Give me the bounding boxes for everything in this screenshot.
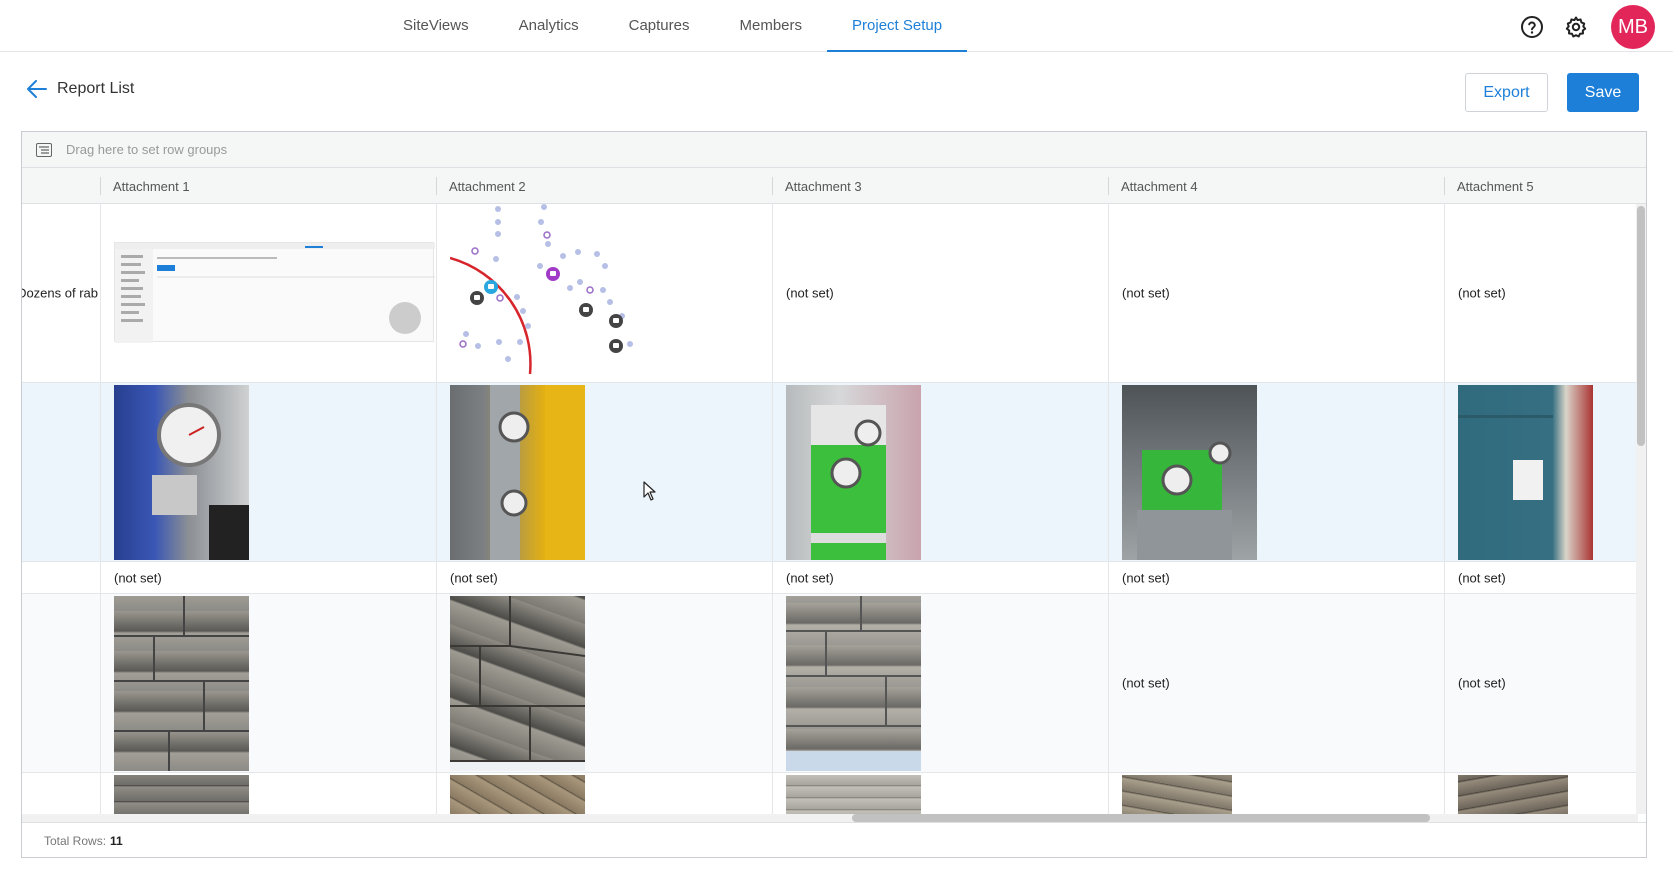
attachment-image-gauge[interactable] xyxy=(450,385,585,560)
row-group-icon xyxy=(36,142,52,157)
table-cell[interactable] xyxy=(22,383,100,561)
arrow-left-icon xyxy=(27,80,47,98)
table-cell[interactable] xyxy=(100,773,436,814)
help-circle-icon[interactable] xyxy=(1519,14,1545,40)
tab-captures[interactable]: Captures xyxy=(604,0,715,52)
cell-text: (not set) xyxy=(1122,675,1170,691)
table-row[interactable] xyxy=(22,383,1638,562)
table-cell[interactable] xyxy=(1444,773,1644,814)
vertical-scrollbar[interactable] xyxy=(1636,204,1646,814)
table-cell[interactable] xyxy=(100,594,436,772)
gear-icon[interactable] xyxy=(1563,14,1589,40)
cell-text: Dozens of rab xyxy=(22,285,98,301)
cell-text: (not set) xyxy=(1122,285,1170,301)
tab-members[interactable]: Members xyxy=(715,0,828,52)
table-cell[interactable]: (not set) xyxy=(100,562,436,593)
total-rows-label: Total Rows: xyxy=(44,834,107,848)
table-cell[interactable]: (not set) xyxy=(1108,204,1444,382)
attachment-image-stone[interactable] xyxy=(786,775,921,814)
total-rows-value: 11 xyxy=(110,834,123,848)
attachment-image-map[interactable] xyxy=(449,204,650,382)
attachment-image-stone[interactable] xyxy=(450,596,585,771)
attachment-image-stone[interactable] xyxy=(1122,775,1232,814)
attachment-image-stone[interactable] xyxy=(114,596,249,771)
attachment-image-screenshot[interactable] xyxy=(114,242,435,343)
export-button[interactable]: Export xyxy=(1465,73,1548,112)
table-row[interactable]: Dozens of rab (not set) (not set) (not s… xyxy=(22,204,1638,383)
table-cell[interactable]: Dozens of rab xyxy=(22,204,100,382)
table-cell[interactable]: (not set) xyxy=(436,562,772,593)
table-cell[interactable]: (not set) xyxy=(772,562,1108,593)
table-cell[interactable]: (not set) xyxy=(772,204,1108,382)
attachment-image-gauge[interactable] xyxy=(786,385,921,560)
cell-text: (not set) xyxy=(1458,675,1506,691)
table-cell[interactable] xyxy=(436,773,772,814)
attachment-image-stone[interactable] xyxy=(450,775,585,814)
cell-text: (not set) xyxy=(114,570,162,585)
avatar[interactable]: MB xyxy=(1611,5,1655,49)
table-cell[interactable] xyxy=(772,383,1108,561)
table-cell[interactable] xyxy=(100,383,436,561)
cell-text: (not set) xyxy=(786,285,834,301)
cell-text: (not set) xyxy=(1122,570,1170,585)
row-group-panel[interactable]: Drag here to set row groups xyxy=(22,132,1646,168)
attachment-image-stone[interactable] xyxy=(1458,775,1568,814)
back-label: Report List xyxy=(57,80,135,97)
cell-text: (not set) xyxy=(786,570,834,585)
cell-text: (not set) xyxy=(1458,570,1506,585)
header-cell-attachment-2[interactable]: Attachment 2 xyxy=(436,168,772,204)
table-row[interactable]: (not set) (not set) xyxy=(22,594,1638,773)
table-cell[interactable] xyxy=(436,204,772,382)
table-cell[interactable] xyxy=(22,594,100,772)
table-row[interactable]: (not set) (not set) (not set) (not set) … xyxy=(22,562,1638,594)
table-cell[interactable] xyxy=(1108,773,1444,814)
attachment-image-stone[interactable] xyxy=(114,775,249,814)
report-grid: Drag here to set row groups Attachment 1… xyxy=(21,131,1647,858)
header-cell-attachment-4[interactable]: Attachment 4 xyxy=(1108,168,1444,204)
header-cell-first[interactable] xyxy=(22,168,100,204)
table-cell[interactable] xyxy=(22,562,100,593)
table-row[interactable] xyxy=(22,773,1638,814)
table-cell[interactable]: (not set) xyxy=(1444,562,1644,593)
tab-siteviews[interactable]: SiteViews xyxy=(378,0,494,52)
table-cell[interactable] xyxy=(22,773,100,814)
table-cell[interactable] xyxy=(436,594,772,772)
cell-text: (not set) xyxy=(1458,285,1506,301)
save-button[interactable]: Save xyxy=(1567,73,1639,112)
horizontal-scrollbar[interactable] xyxy=(22,814,1638,822)
table-cell[interactable] xyxy=(772,773,1108,814)
top-nav: SiteViews Analytics Captures Members Pro… xyxy=(0,0,1673,52)
table-cell[interactable]: (not set) xyxy=(1108,562,1444,593)
table-cell[interactable]: (not set) xyxy=(1444,204,1644,382)
attachment-image-stone[interactable] xyxy=(786,596,921,771)
header-row: Attachment 1 Attachment 2 Attachment 3 A… xyxy=(22,168,1646,204)
nav-icons: MB xyxy=(1519,5,1655,49)
attachment-image-gauge[interactable] xyxy=(1122,385,1257,560)
table-cell[interactable]: (not set) xyxy=(1444,594,1644,772)
table-cell[interactable] xyxy=(1444,383,1644,561)
horizontal-scroll-thumb[interactable] xyxy=(852,814,1430,822)
table-cell[interactable]: (not set) xyxy=(1108,594,1444,772)
vertical-scroll-thumb[interactable] xyxy=(1637,206,1645,446)
back-to-report-list[interactable]: Report List xyxy=(27,80,134,98)
cell-text: (not set) xyxy=(450,570,498,585)
grid-footer: Total Rows: 11 xyxy=(22,822,1646,857)
table-cell[interactable] xyxy=(100,204,436,382)
table-cell[interactable] xyxy=(436,383,772,561)
tab-project-setup[interactable]: Project Setup xyxy=(827,0,968,52)
table-cell[interactable] xyxy=(772,594,1108,772)
attachment-image-panel[interactable] xyxy=(1458,385,1593,560)
attachment-image-gauge[interactable] xyxy=(114,385,249,560)
header-cell-attachment-1[interactable]: Attachment 1 xyxy=(100,168,436,204)
grid-body: Dozens of rab (not set) (not set) (not s… xyxy=(22,204,1646,814)
mouse-pointer-icon xyxy=(643,481,656,501)
table-cell[interactable] xyxy=(1108,383,1444,561)
tab-analytics[interactable]: Analytics xyxy=(494,0,604,52)
row-group-placeholder: Drag here to set row groups xyxy=(66,142,228,157)
nav-tabs: SiteViews Analytics Captures Members Pro… xyxy=(378,0,968,52)
header-cell-attachment-3[interactable]: Attachment 3 xyxy=(772,168,1108,204)
header-cell-attachment-5[interactable]: Attachment 5 xyxy=(1444,168,1644,204)
